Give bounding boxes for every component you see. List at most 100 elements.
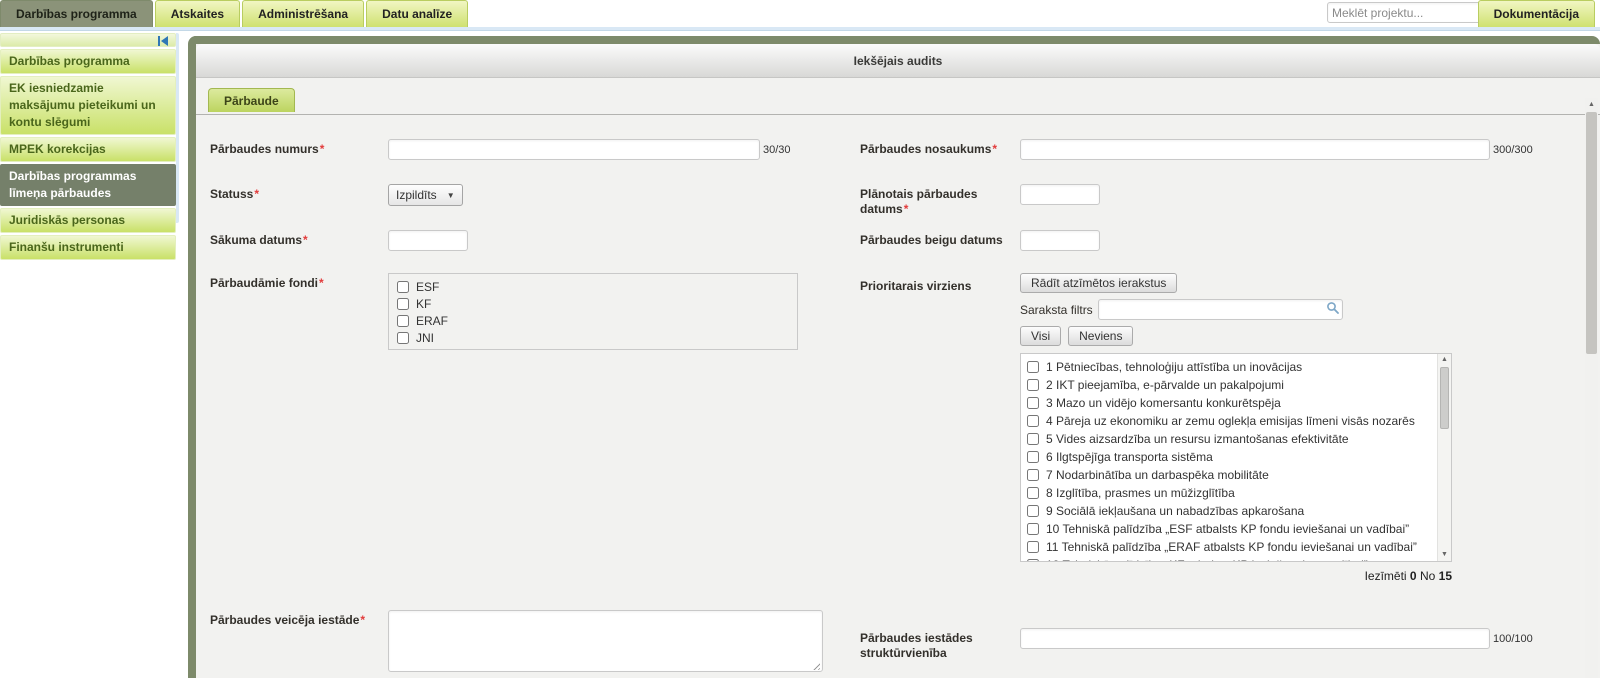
priority-axis-checkbox[interactable] — [1027, 559, 1039, 562]
priority-axis-item[interactable]: 9 Sociālā iekļaušana un nabadzības apkar… — [1027, 502, 1431, 520]
show-marked-records-button[interactable]: Rādīt atzīmētos ierakstus — [1020, 273, 1177, 293]
prioritarais-label: Prioritarais virziens — [860, 273, 1020, 294]
priority-axis-item[interactable]: 2 IKT pieejamība, e-pārvalde un pakalpoj… — [1027, 376, 1431, 394]
fondi-option[interactable]: ESF — [397, 278, 789, 295]
priority-axis-checkbox[interactable] — [1027, 487, 1039, 499]
priority-axis-item[interactable]: 4 Pāreja uz ekonomiku ar zemu oglekļa em… — [1027, 412, 1431, 430]
priority-axis-item[interactable]: 3 Mazo un vidējo komersantu konkurētspēj… — [1027, 394, 1431, 412]
select-none-button[interactable]: Neviens — [1068, 326, 1133, 346]
priority-axis-item[interactable]: 1 Pētniecības, tehnoloģiju attīstība un … — [1027, 358, 1431, 376]
tab-parbaude[interactable]: Pārbaude — [208, 88, 295, 112]
sidebar-right-edge — [176, 33, 179, 223]
veiceja-iestade-textarea[interactable] — [388, 610, 823, 672]
chevron-down-icon: ▼ — [447, 191, 455, 200]
beigu-datums-input[interactable] — [1020, 230, 1100, 251]
top-nav-tab[interactable]: Atskaites — [155, 0, 240, 27]
parbaudes-numurs-label: Pārbaudes numurs* — [210, 139, 388, 157]
documentation-tab[interactable]: Dokumentācija — [1478, 0, 1595, 27]
priority-axis-checkbox[interactable] — [1027, 361, 1039, 373]
fondi-checkbox[interactable] — [397, 298, 409, 310]
priority-axis-item[interactable]: 6 Ilgtspējīga transporta sistēma — [1027, 448, 1431, 466]
fondi-checkbox-group: ESF KF ERAF — [388, 273, 798, 350]
audit-form: Pārbaudes numurs* 30/30 Pārbaudes nosauk… — [196, 115, 1600, 675]
fondi-checkbox[interactable] — [397, 332, 409, 344]
priority-axis-item[interactable]: 5 Vides aizsardzība un resursu izmantoša… — [1027, 430, 1431, 448]
fondi-label: Pārbaudāmie fondi* — [210, 273, 388, 291]
scroll-up-icon[interactable]: ▲ — [1585, 98, 1598, 111]
sidebar-menu-item[interactable]: Darbības programma — [0, 49, 176, 74]
priority-axis-checkbox[interactable] — [1027, 505, 1039, 517]
priority-axis-checkbox[interactable] — [1027, 397, 1039, 409]
fondi-checkbox[interactable] — [397, 315, 409, 327]
project-search-input[interactable] — [1327, 2, 1503, 23]
list-filter-input[interactable] — [1098, 299, 1343, 320]
priority-axis-item-label: 5 Vides aizsardzība un resursu izmantoša… — [1046, 432, 1349, 446]
priority-axis-checkbox[interactable] — [1027, 541, 1039, 553]
sidebar-menu: Darbības programma EK iesniedzamie maksā… — [0, 49, 176, 260]
required-mark: * — [992, 142, 997, 156]
top-nav-separator — [0, 27, 1600, 31]
sidebar-collapse-bar[interactable] — [0, 33, 176, 47]
page-title: Iekšējais audits — [196, 44, 1600, 78]
sidebar-menu-item[interactable]: MPEK korekcijas — [0, 137, 176, 162]
collapse-sidebar-icon[interactable] — [157, 35, 169, 45]
fondi-checkbox[interactable] — [397, 281, 409, 293]
sakuma-datums-label: Sākuma datums* — [210, 230, 388, 248]
required-mark: * — [360, 613, 365, 627]
sidebar-menu-item[interactable]: EK iesniedzamie maksājumu pieteikumi un … — [0, 76, 176, 135]
parbaudes-nosaukums-input[interactable] — [1020, 139, 1490, 160]
sakuma-datums-input[interactable] — [388, 230, 468, 251]
sidebar-menu-item[interactable]: Finanšu instrumenti — [0, 235, 176, 260]
top-nav-tab[interactable]: Administrēšana — [242, 0, 364, 27]
parbaudes-numurs-input[interactable] — [388, 139, 760, 160]
sidebar: Darbības programma EK iesniedzamie maksā… — [0, 33, 176, 262]
required-mark: * — [254, 187, 259, 201]
priority-axis-item-label: 11 Tehniskā palīdzība „ERAF atbalsts KP … — [1046, 540, 1417, 554]
parbaudes-numurs-counter: 30/30 — [763, 139, 791, 156]
fondi-option-label: KF — [416, 297, 431, 311]
priority-axis-item[interactable]: 7 Nodarbinātība un darbaspēka mobilitāte — [1027, 466, 1431, 484]
priority-axis-item-label: 2 IKT pieejamība, e-pārvalde un pakalpoj… — [1046, 378, 1284, 392]
priority-axis-listbox: 1 Pētniecības, tehnoloģiju attīstība un … — [1020, 353, 1452, 562]
priority-axis-checkbox[interactable] — [1027, 433, 1039, 445]
sidebar-menu-item[interactable]: Juridiskās personas — [0, 208, 176, 233]
fondi-option-label: ERAF — [416, 314, 448, 328]
priority-axis-checkbox[interactable] — [1027, 469, 1039, 481]
select-all-button[interactable]: Visi — [1020, 326, 1061, 346]
fondi-option[interactable]: JNI — [397, 329, 789, 346]
top-nav-tab[interactable]: Datu analīze — [366, 0, 468, 27]
list-scrollbar[interactable]: ▲ ▼ — [1437, 354, 1451, 561]
priority-axis-item[interactable]: 11 Tehniskā palīdzība „ERAF atbalsts KP … — [1027, 538, 1431, 556]
page-scrollbar-thumb[interactable] — [1586, 112, 1597, 354]
main-panel: Iekšējais audits Pārbaude Pārbaudes numu… — [188, 36, 1600, 678]
list-filter-label: Saraksta filtrs — [1020, 303, 1093, 317]
priority-axis-checkbox[interactable] — [1027, 379, 1039, 391]
top-nav-tab[interactable]: Darbības programma — [0, 0, 153, 27]
page-scrollbar[interactable]: ▲ — [1585, 98, 1598, 678]
veiceja-iestade-label: Pārbaudes veicēja iestāde* — [210, 610, 388, 628]
fondi-option[interactable]: KF — [397, 295, 789, 312]
priority-axis-checkbox[interactable] — [1027, 451, 1039, 463]
sidebar-menu-item[interactable]: Darbības programmas līmeņa pārbaudes — [0, 164, 176, 206]
strukturvieniba-input[interactable] — [1020, 628, 1490, 649]
priority-axis-item[interactable]: 12 Tehniskā palīdzība „KF atbalsts KP ie… — [1027, 556, 1431, 562]
statuss-select[interactable]: Izpildīts ▼ — [388, 184, 463, 206]
priority-axis-list: 1 Pētniecības, tehnoloģiju attīstība un … — [1021, 358, 1451, 562]
search-icon[interactable] — [1326, 301, 1339, 317]
priority-axis-item[interactable]: 8 Izglītība, prasmes un mūžizglītība — [1027, 484, 1431, 502]
strukturvieniba-label: Pārbaudes iestādes struktūrvienība — [860, 628, 1020, 661]
beigu-datums-label: Pārbaudes beigu datums — [860, 230, 1020, 248]
fondi-option-label: JNI — [416, 331, 434, 345]
list-scrollbar-thumb[interactable] — [1440, 367, 1449, 429]
planotais-datums-input[interactable] — [1020, 184, 1100, 205]
priority-axis-item-label: 3 Mazo un vidējo komersantu konkurētspēj… — [1046, 396, 1281, 410]
scroll-up-icon[interactable]: ▲ — [1438, 354, 1451, 366]
fondi-option[interactable]: ERAF — [397, 312, 789, 329]
priority-axis-checkbox[interactable] — [1027, 415, 1039, 427]
priority-axis-item[interactable]: 10 Tehniskā palīdzība „ESF atbalsts KP f… — [1027, 520, 1431, 538]
priority-axis-checkbox[interactable] — [1027, 523, 1039, 535]
selected-count: 0 — [1410, 569, 1417, 583]
priority-axis-item-label: 12 Tehniskā palīdzība „KF atbalsts KP ie… — [1046, 558, 1368, 562]
scroll-down-icon[interactable]: ▼ — [1438, 549, 1451, 561]
priority-axis-item-label: 6 Ilgtspējīga transporta sistēma — [1046, 450, 1213, 464]
